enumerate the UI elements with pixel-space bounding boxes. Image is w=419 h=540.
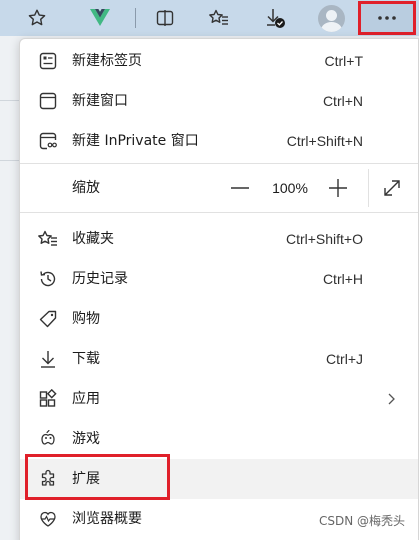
zoom-value: 100% [272, 180, 308, 196]
favorites-shortcut: Ctrl+Shift+O [285, 231, 363, 247]
downloads-label: 下载 [72, 351, 100, 367]
browser-toolbar [0, 0, 419, 36]
menu-item-downloads[interactable]: 下载 Ctrl+J [20, 339, 418, 379]
menu-item-history[interactable]: 历史记录 Ctrl+H [20, 259, 418, 299]
games-label: 游戏 [72, 431, 100, 447]
new-tab-icon [37, 50, 59, 72]
history-icon [37, 268, 59, 290]
toolbar-separator [135, 8, 136, 28]
menu-divider [20, 212, 418, 213]
vue-devtools-icon[interactable] [82, 0, 118, 36]
menu-item-apps[interactable]: 应用 [20, 379, 418, 419]
more-options-icon [378, 16, 396, 20]
split-screen-icon[interactable] [147, 0, 183, 36]
shopping-tag-icon [37, 308, 59, 330]
favorites-icon [37, 228, 59, 250]
menu-item-new-tab[interactable]: 新建标签页 Ctrl+T [20, 41, 418, 81]
plus-icon [329, 179, 347, 197]
apps-label: 应用 [72, 391, 100, 407]
fullscreen-button[interactable] [377, 173, 407, 203]
watermark: CSDN @梅秃头 [318, 514, 405, 528]
downloads-icon[interactable] [257, 0, 293, 36]
new-tab-label: 新建标签页 [72, 53, 142, 69]
zoom-in-button[interactable] [323, 173, 353, 203]
menu-item-shopping[interactable]: 购物 [20, 299, 418, 339]
zoom-out-button[interactable] [225, 173, 255, 203]
apps-icon [37, 388, 59, 410]
new-window-label: 新建窗口 [72, 93, 128, 109]
menu-item-new-window[interactable]: 新建窗口 Ctrl+N [20, 81, 418, 121]
downloads-shortcut: Ctrl+J [326, 351, 363, 367]
menu-divider [20, 163, 418, 164]
history-shortcut: Ctrl+H [322, 271, 363, 287]
games-icon [37, 428, 59, 450]
heartbeat-icon [37, 508, 59, 530]
zoom-separator [368, 169, 369, 207]
menu-item-favorites[interactable]: 收藏夹 Ctrl+Shift+O [20, 219, 418, 259]
download-icon [37, 348, 59, 370]
minus-icon [231, 187, 249, 189]
favorites-label: 收藏夹 [72, 231, 114, 247]
settings-menu: 新建标签页 Ctrl+T 新建窗口 Ctrl+N 新建 InPrivate 窗口… [19, 38, 419, 540]
favorites-icon[interactable] [201, 0, 237, 36]
new-window-shortcut: Ctrl+N [322, 93, 363, 109]
new-window-icon [37, 90, 59, 112]
new-inprivate-label: 新建 InPrivate 窗口 [72, 133, 199, 149]
chevron-right-icon [388, 393, 395, 405]
inprivate-icon [37, 130, 59, 152]
shopping-label: 购物 [72, 311, 100, 327]
browser-essentials-label: 浏览器概要 [72, 511, 142, 527]
fullscreen-icon [384, 180, 400, 196]
history-label: 历史记录 [72, 271, 128, 287]
more-options-button[interactable] [358, 1, 416, 35]
new-tab-shortcut: Ctrl+T [324, 53, 364, 69]
new-inprivate-shortcut: Ctrl+Shift+N [286, 133, 363, 149]
profile-avatar-icon[interactable] [318, 5, 345, 32]
extensions-highlight-box [25, 454, 170, 500]
star-outline-icon[interactable] [19, 0, 55, 36]
menu-item-new-inprivate[interactable]: 新建 InPrivate 窗口 Ctrl+Shift+N [20, 121, 418, 161]
menu-item-zoom: 缩放 [20, 168, 418, 208]
menu-item-games[interactable]: 游戏 [20, 419, 418, 459]
zoom-label: 缩放 [72, 180, 100, 196]
